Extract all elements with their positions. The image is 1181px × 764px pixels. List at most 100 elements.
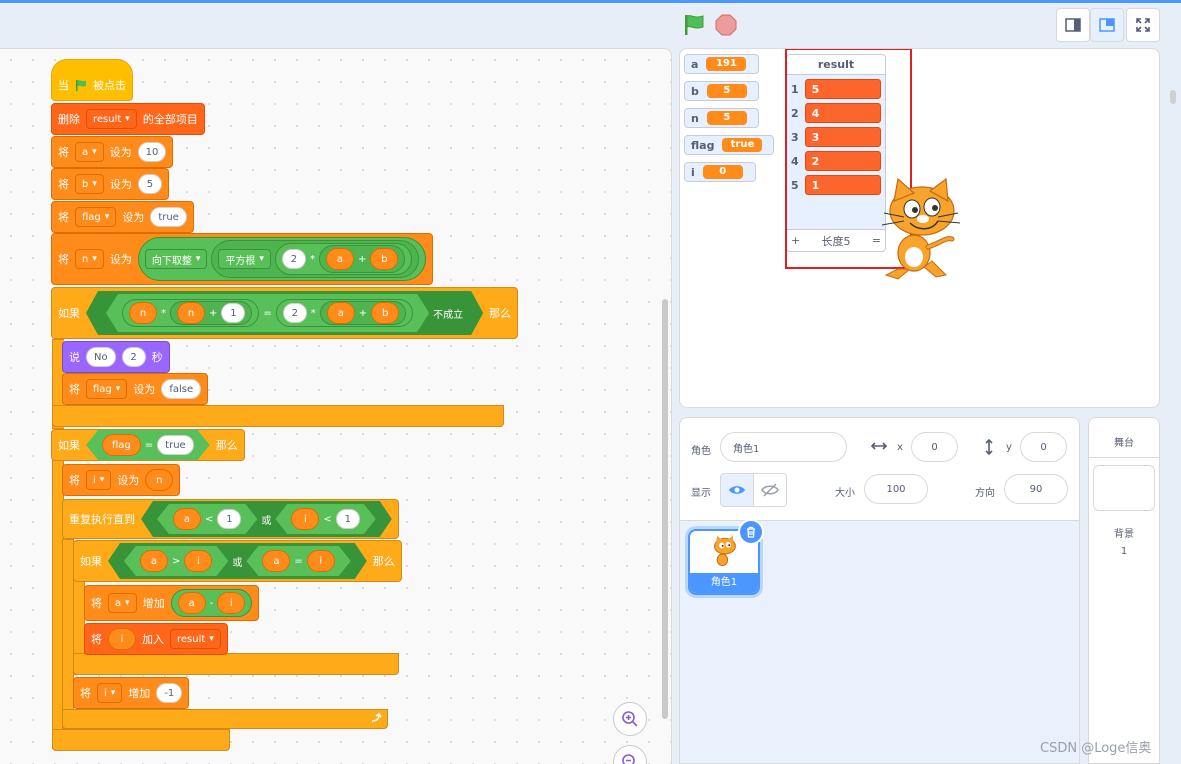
stage-selector[interactable]: 舞台 背景 1: [1088, 417, 1160, 764]
var-dropdown[interactable]: flag: [75, 207, 117, 227]
when-flag-clicked-block[interactable]: 当 被点击: [51, 59, 133, 101]
var-reporter-a[interactable]: a: [327, 302, 355, 324]
number-input[interactable]: 2: [283, 303, 307, 323]
set-flag-false-block[interactable]: 将 flag 设为 false: [62, 373, 209, 405]
multiply-operator[interactable]: 2 * a + b: [274, 243, 413, 275]
var-reporter-a[interactable]: a: [325, 248, 354, 270]
direction-input[interactable]: 90: [1004, 474, 1068, 504]
if-block-2[interactable]: 如果 flag = true 那么: [51, 429, 245, 461]
number-input[interactable]: 2: [281, 249, 306, 269]
set-i-block[interactable]: 将 i 设为 n: [62, 464, 181, 496]
multiply-operator[interactable]: 2 * a + b: [276, 299, 413, 327]
add-to-list-block[interactable]: 将 i 加入 result: [84, 623, 228, 655]
var-dropdown[interactable]: n: [75, 249, 104, 269]
if-block-3[interactable]: 如果 a > i 或 a = i 那么: [73, 540, 402, 582]
subtract-operator[interactable]: a - i: [170, 589, 253, 617]
show-hidden-button[interactable]: [753, 473, 787, 507]
value-input[interactable]: 10: [137, 142, 167, 162]
var-reporter-a[interactable]: a: [262, 550, 290, 572]
or-condition[interactable]: a < 1 或 i < 1: [141, 501, 392, 537]
less-than-condition[interactable]: a < 1: [157, 504, 257, 534]
var-reporter-a[interactable]: a: [140, 550, 168, 572]
equals-condition[interactable]: flag = true: [86, 430, 210, 460]
show-visible-button[interactable]: [720, 473, 754, 507]
say-for-secs-block[interactable]: 说 No 2 秒: [62, 341, 170, 373]
equals-condition[interactable]: a = i: [246, 546, 350, 576]
zoom-out-button[interactable]: [613, 745, 647, 764]
var-reporter-i[interactable]: i: [108, 628, 136, 650]
sqrt-dropdown[interactable]: 平方根: [218, 249, 271, 269]
var-reporter-b[interactable]: b: [370, 248, 399, 270]
equals-condition[interactable]: n * n + 1 = 2 * a + b: [106, 294, 429, 332]
size-input[interactable]: 100: [864, 474, 928, 504]
right-scrollbar[interactable]: [1170, 90, 1176, 104]
number-input[interactable]: 1: [217, 509, 241, 529]
delete-all-block[interactable]: 删除 result 的全部项目: [51, 103, 205, 135]
var-dropdown[interactable]: i: [86, 470, 112, 490]
value-input[interactable]: 5: [137, 174, 162, 194]
sqrt-operator[interactable]: 平方根 2 * a + b: [211, 240, 420, 278]
add-operator[interactable]: a + b: [320, 301, 406, 325]
multiply-operator[interactable]: n * n + 1: [122, 299, 259, 327]
backdrop-thumbnail[interactable]: [1093, 465, 1155, 511]
change-label: 将: [80, 687, 91, 700]
not-condition[interactable]: n * n + 1 = 2 * a + b 不成立: [86, 291, 483, 335]
var-reporter-b[interactable]: b: [371, 302, 399, 324]
less-than-condition[interactable]: i < 1: [275, 504, 375, 534]
floor-operator[interactable]: 向下取整 平方根 2 * a + b: [137, 237, 427, 281]
greater-than-condition[interactable]: a > i: [124, 546, 228, 576]
y-input[interactable]: 0: [1020, 432, 1067, 462]
cat-sprite[interactable]: [876, 177, 968, 281]
stage[interactable]: a 191 b 5 n 5 flag true i 0 result 1 5 2…: [679, 48, 1160, 408]
number-input[interactable]: 1: [336, 509, 360, 529]
add-operator[interactable]: a + b: [318, 245, 406, 273]
var-dropdown[interactable]: a: [75, 142, 104, 162]
var-reporter-n[interactable]: n: [145, 469, 174, 491]
value-input[interactable]: true: [150, 207, 187, 227]
list-dropdown[interactable]: result: [86, 109, 137, 129]
change-a-block[interactable]: 将 a 增加 a - i: [84, 585, 260, 621]
var-reporter-a[interactable]: a: [173, 508, 201, 530]
set-a-block[interactable]: 将 a 设为 10: [51, 136, 174, 168]
sprite-thumbnail-name: 角色1: [690, 573, 758, 593]
code-scrollbar[interactable]: [662, 299, 668, 719]
var-reporter-i[interactable]: i: [291, 508, 319, 530]
var-dropdown[interactable]: flag: [86, 379, 128, 399]
var-reporter-n[interactable]: n: [129, 302, 157, 324]
floor-dropdown[interactable]: 向下取整: [144, 249, 208, 269]
number-input[interactable]: 1: [221, 303, 245, 323]
list-dropdown[interactable]: result: [170, 629, 221, 649]
var-reporter-i[interactable]: i: [307, 550, 335, 572]
var-dropdown[interactable]: a: [108, 593, 137, 613]
set-flag-block[interactable]: 将 flag 设为 true: [51, 201, 194, 233]
message-input[interactable]: No: [86, 347, 116, 367]
value-input[interactable]: false: [161, 379, 202, 399]
var-reporter-flag[interactable]: flag: [102, 434, 141, 456]
var-dropdown[interactable]: i: [97, 683, 123, 703]
stop-button[interactable]: [714, 13, 738, 37]
secs-input[interactable]: 2: [121, 347, 146, 367]
fullscreen-button[interactable]: [1126, 8, 1160, 42]
normal-stage-button[interactable]: [1090, 8, 1124, 42]
var-dropdown[interactable]: b: [75, 174, 104, 194]
or-condition[interactable]: a > i 或 a = i: [108, 543, 367, 579]
small-stage-button[interactable]: [1056, 8, 1090, 42]
add-operator[interactable]: n + 1: [170, 301, 252, 325]
code-area[interactable]: 当 被点击 删除 result 的全部项目 将 a 设为 10 将 b 设为 5…: [0, 48, 672, 764]
change-i-block[interactable]: 将 i 增加 -1: [73, 677, 190, 709]
repeat-until-block[interactable]: 重复执行直到 a < 1 或 i < 1: [62, 499, 399, 539]
green-flag-button[interactable]: [682, 13, 706, 37]
var-reporter-i[interactable]: i: [217, 592, 246, 614]
zoom-in-button[interactable]: [613, 702, 647, 736]
if-block-1[interactable]: 如果 n * n + 1 = 2 * a + b 不成立 那么: [51, 287, 519, 339]
sprite-name-input[interactable]: 角色1: [720, 432, 847, 462]
var-reporter-i[interactable]: i: [184, 550, 212, 572]
x-input[interactable]: 0: [911, 432, 958, 462]
var-reporter-n[interactable]: n: [177, 302, 205, 324]
value-input[interactable]: -1: [156, 683, 183, 703]
set-n-block[interactable]: 将 n 设为 向下取整 平方根 2 * a + b: [51, 233, 434, 285]
delete-sprite-button[interactable]: [738, 519, 764, 545]
set-b-block[interactable]: 将 b 设为 5: [51, 168, 169, 200]
value-input[interactable]: true: [157, 435, 194, 455]
var-reporter-a[interactable]: a: [177, 592, 206, 614]
